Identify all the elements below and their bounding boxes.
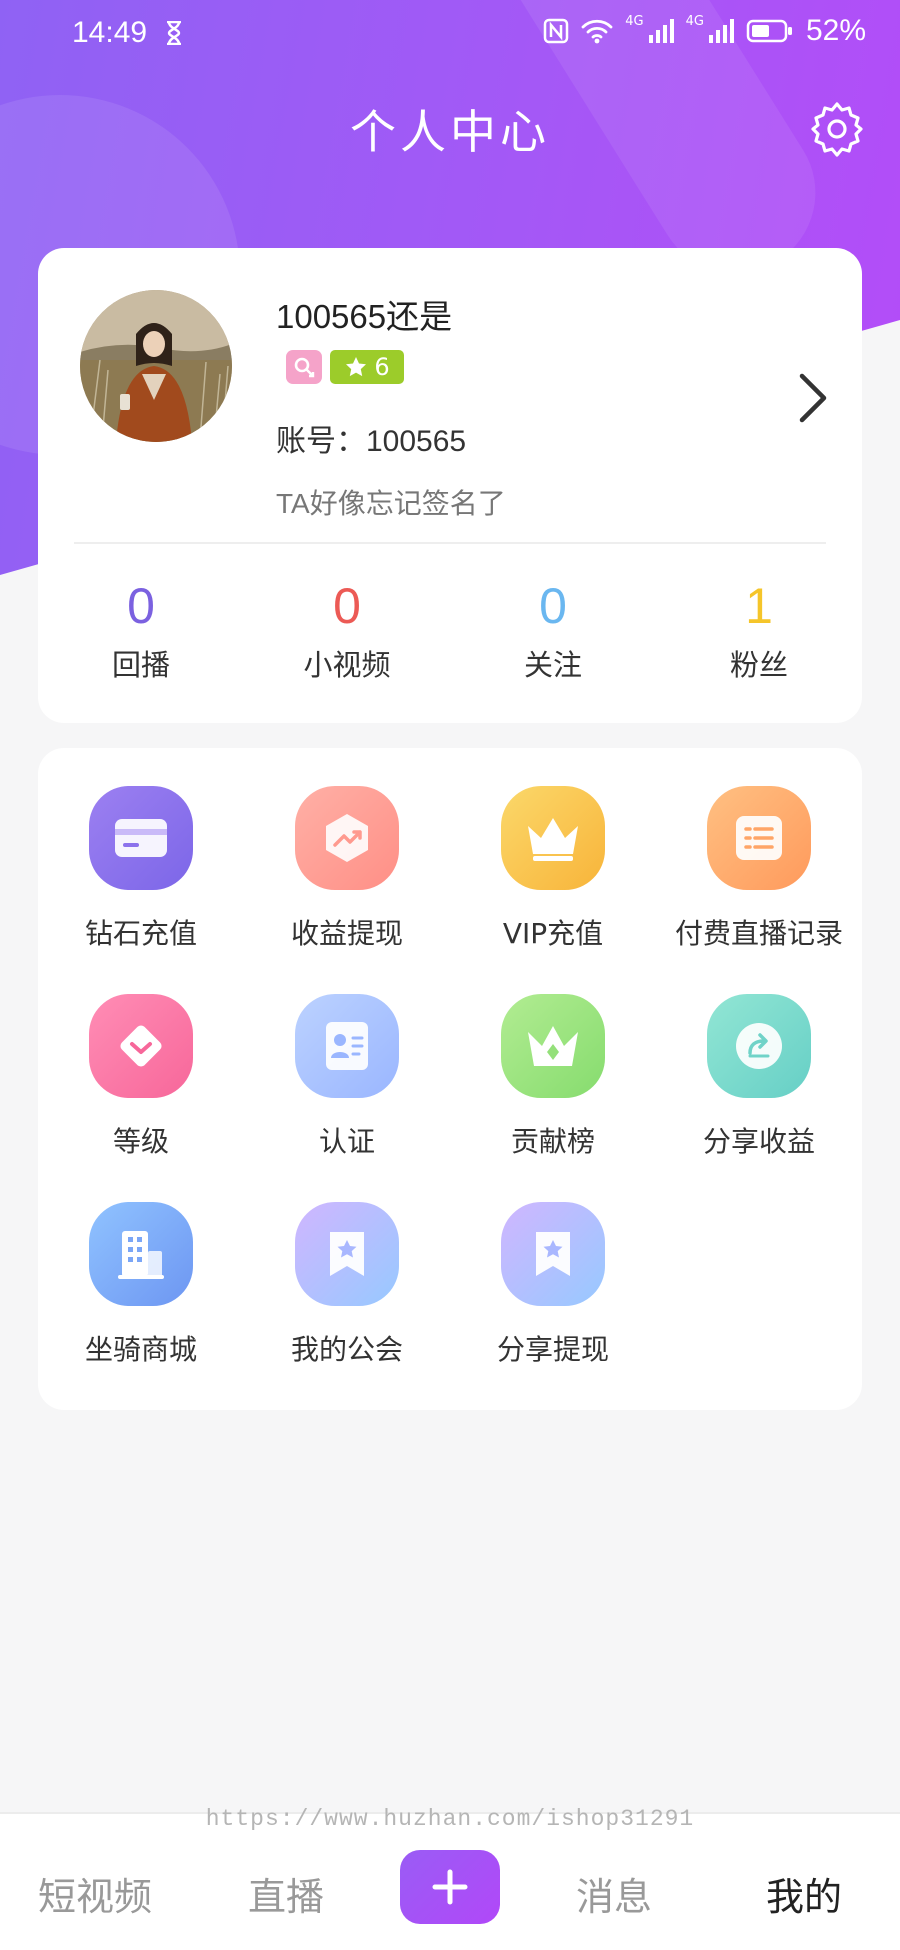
menu-label: 认证 bbox=[318, 1125, 375, 1158]
bookmark-star-icon bbox=[501, 1202, 605, 1306]
badge-row: 6 bbox=[286, 350, 404, 384]
stat-label: 粉丝 bbox=[729, 648, 788, 682]
menu-item-my-guild[interactable]: 我的公会 bbox=[244, 1202, 450, 1410]
battery-percent: 52% bbox=[805, 14, 866, 47]
signal-icon-2 bbox=[708, 19, 734, 43]
battery-icon bbox=[746, 19, 792, 43]
status-bar: 14:49 4G 4G 52% bbox=[0, 0, 900, 70]
menu-label: 贡献榜 bbox=[510, 1125, 595, 1158]
network-type-1: 4G bbox=[625, 14, 644, 29]
crown-icon bbox=[501, 786, 605, 890]
stat-following[interactable]: 0 关注 bbox=[450, 578, 656, 684]
stat-short-video[interactable]: 0 小视频 bbox=[244, 578, 450, 684]
menu-label: 等级 bbox=[112, 1125, 169, 1158]
gear-icon[interactable] bbox=[808, 100, 866, 158]
bookmark-star-icon bbox=[295, 1202, 399, 1306]
stat-label: 回播 bbox=[111, 648, 170, 682]
share-icon bbox=[707, 994, 811, 1098]
female-icon bbox=[286, 350, 322, 384]
menu-item-share-earnings[interactable]: 分享收益 bbox=[656, 994, 862, 1202]
tab-messages[interactable]: 消息 bbox=[576, 1866, 652, 1921]
menu-item-earnings-withdraw[interactable]: 收益提现 bbox=[244, 786, 450, 994]
menu-item-vip-recharge[interactable]: VIP充值 bbox=[450, 786, 656, 994]
avatar[interactable] bbox=[80, 290, 232, 442]
hourglass-icon bbox=[167, 21, 181, 45]
status-time: 14:49 bbox=[72, 16, 148, 49]
account-row: 账号：100565 bbox=[276, 416, 466, 460]
nfc-icon bbox=[543, 18, 569, 44]
menu-card: 钻石充值 收益提现 VIP充值 付费直播记录 等级 认证 贡献榜 分享收益 坐骑… bbox=[38, 748, 862, 1410]
menu-label: 我的公会 bbox=[290, 1333, 403, 1366]
menu-item-paid-live-records[interactable]: 付费直播记录 bbox=[656, 786, 862, 994]
stats-row: 0 回播 0 小视频 0 关注 1 粉丝 bbox=[38, 578, 862, 684]
menu-label: VIP充值 bbox=[502, 917, 604, 950]
stat-replay[interactable]: 0 回播 bbox=[38, 578, 244, 684]
level-badge: 6 bbox=[330, 350, 404, 384]
stat-label: 关注 bbox=[523, 648, 582, 682]
menu-label: 钻石充值 bbox=[84, 917, 197, 950]
username: 100565还是 bbox=[276, 298, 453, 335]
plus-icon bbox=[432, 1869, 468, 1905]
signal-icon bbox=[648, 19, 674, 43]
crown-rank-icon bbox=[501, 994, 605, 1098]
menu-item-contribution-rank[interactable]: 贡献榜 bbox=[450, 994, 656, 1202]
menu-item-verification[interactable]: 认证 bbox=[244, 994, 450, 1202]
create-button[interactable] bbox=[400, 1850, 500, 1924]
menu-grid: 钻石充值 收益提现 VIP充值 付费直播记录 等级 认证 贡献榜 分享收益 坐骑… bbox=[38, 786, 862, 1410]
tab-mine[interactable]: 我的 bbox=[766, 1866, 842, 1921]
stat-value: 0 bbox=[333, 578, 361, 634]
level-number: 6 bbox=[374, 353, 390, 381]
star-icon bbox=[346, 357, 367, 377]
menu-item-diamond-recharge[interactable]: 钻石充值 bbox=[38, 786, 244, 994]
stat-fans[interactable]: 1 粉丝 bbox=[656, 578, 862, 684]
stat-value: 1 bbox=[745, 578, 773, 634]
id-card-icon bbox=[295, 994, 399, 1098]
wifi-icon bbox=[581, 19, 613, 44]
network-type-2: 4G bbox=[685, 14, 704, 29]
profile-card[interactable]: 100565还是 6 账号：100565 TA好像忘记签名了 0 回播 0 小视… bbox=[38, 248, 862, 723]
menu-label: 收益提现 bbox=[290, 917, 403, 950]
page-title: 个人中心 bbox=[350, 105, 550, 159]
building-icon bbox=[89, 1202, 193, 1306]
menu-label: 坐骑商城 bbox=[84, 1333, 197, 1366]
bottom-tab-bar: 短视频 直播 消息 我的 bbox=[0, 1812, 900, 1950]
tab-live[interactable]: 直播 bbox=[248, 1866, 324, 1921]
chart-up-icon bbox=[295, 786, 399, 890]
signature: TA好像忘记签名了 bbox=[276, 488, 506, 519]
stat-label: 小视频 bbox=[303, 648, 391, 682]
watermark: https://www.huzhan.com/ishop31291 bbox=[205, 1806, 695, 1832]
level-icon bbox=[89, 994, 193, 1098]
tab-short-video[interactable]: 短视频 bbox=[38, 1866, 152, 1921]
stat-value: 0 bbox=[539, 578, 567, 634]
menu-label: 付费直播记录 bbox=[674, 917, 843, 950]
account-label: 账号： bbox=[276, 425, 366, 458]
menu-item-share-withdraw[interactable]: 分享提现 bbox=[450, 1202, 656, 1410]
stat-value: 0 bbox=[127, 578, 155, 634]
account-id: 100565 bbox=[366, 425, 467, 458]
menu-label: 分享收益 bbox=[702, 1125, 815, 1158]
menu-item-mount-shop[interactable]: 坐骑商城 bbox=[38, 1202, 244, 1410]
card-icon bbox=[89, 786, 193, 890]
list-icon bbox=[707, 786, 811, 890]
menu-item-level[interactable]: 等级 bbox=[38, 994, 244, 1202]
divider bbox=[74, 542, 826, 544]
menu-label: 分享提现 bbox=[496, 1333, 609, 1366]
chevron-right-icon[interactable] bbox=[794, 370, 834, 426]
